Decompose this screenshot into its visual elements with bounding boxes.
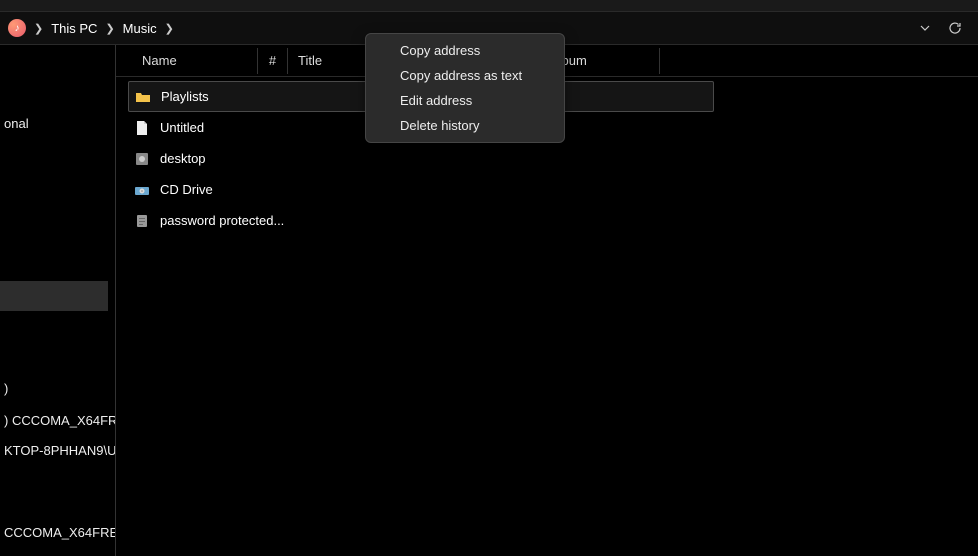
file-row-cd-drive[interactable]: CD Drive (128, 174, 966, 205)
navigation-sidebar[interactable]: onal ) ) CCCOMA_X64FRE_E KTOP-8PHHAN9\Us… (0, 45, 116, 556)
file-icon (134, 120, 150, 136)
column-name[interactable]: Name (132, 48, 258, 74)
context-edit-address[interactable]: Edit address (366, 88, 564, 113)
breadcrumb-music[interactable]: Music (123, 21, 157, 36)
history-dropdown-button[interactable] (910, 13, 940, 43)
file-name: password protected... (160, 213, 284, 228)
music-folder-icon: ♪ (8, 19, 26, 37)
sidebar-item[interactable]: KTOP-8PHHAN9\Use (0, 437, 116, 464)
refresh-button[interactable] (940, 13, 970, 43)
protected-file-icon (134, 213, 150, 229)
context-delete-history[interactable]: Delete history (366, 113, 564, 138)
file-name: Untitled (160, 120, 204, 135)
file-name: CD Drive (160, 182, 213, 197)
address-bar-context-menu: Copy address Copy address as text Edit a… (365, 33, 565, 143)
column-track-number[interactable]: # (258, 48, 288, 74)
breadcrumb-separator: ❯ (97, 22, 122, 35)
window-top-strip (0, 0, 978, 12)
settings-file-icon (134, 151, 150, 167)
sidebar-item[interactable]: onal (0, 110, 33, 137)
cd-drive-icon (134, 182, 150, 198)
file-row-password-protected[interactable]: password protected... (128, 205, 966, 236)
file-row-desktop[interactable]: desktop (128, 143, 966, 174)
breadcrumb-separator: ❯ (157, 22, 182, 35)
file-name: desktop (160, 151, 206, 166)
context-copy-address-as-text[interactable]: Copy address as text (366, 63, 564, 88)
context-copy-address[interactable]: Copy address (366, 38, 564, 63)
folder-icon (135, 89, 151, 105)
sidebar-item[interactable]: ) (0, 375, 12, 402)
breadcrumb-separator: ❯ (26, 22, 51, 35)
sidebar-item[interactable]: CCCOMA_X64FRE_EN (0, 519, 116, 546)
breadcrumb-this-pc[interactable]: This PC (51, 21, 97, 36)
sidebar-item[interactable]: ) CCCOMA_X64FRE_E (0, 407, 116, 434)
file-name: Playlists (161, 89, 209, 104)
sidebar-item-selected[interactable] (0, 281, 108, 311)
